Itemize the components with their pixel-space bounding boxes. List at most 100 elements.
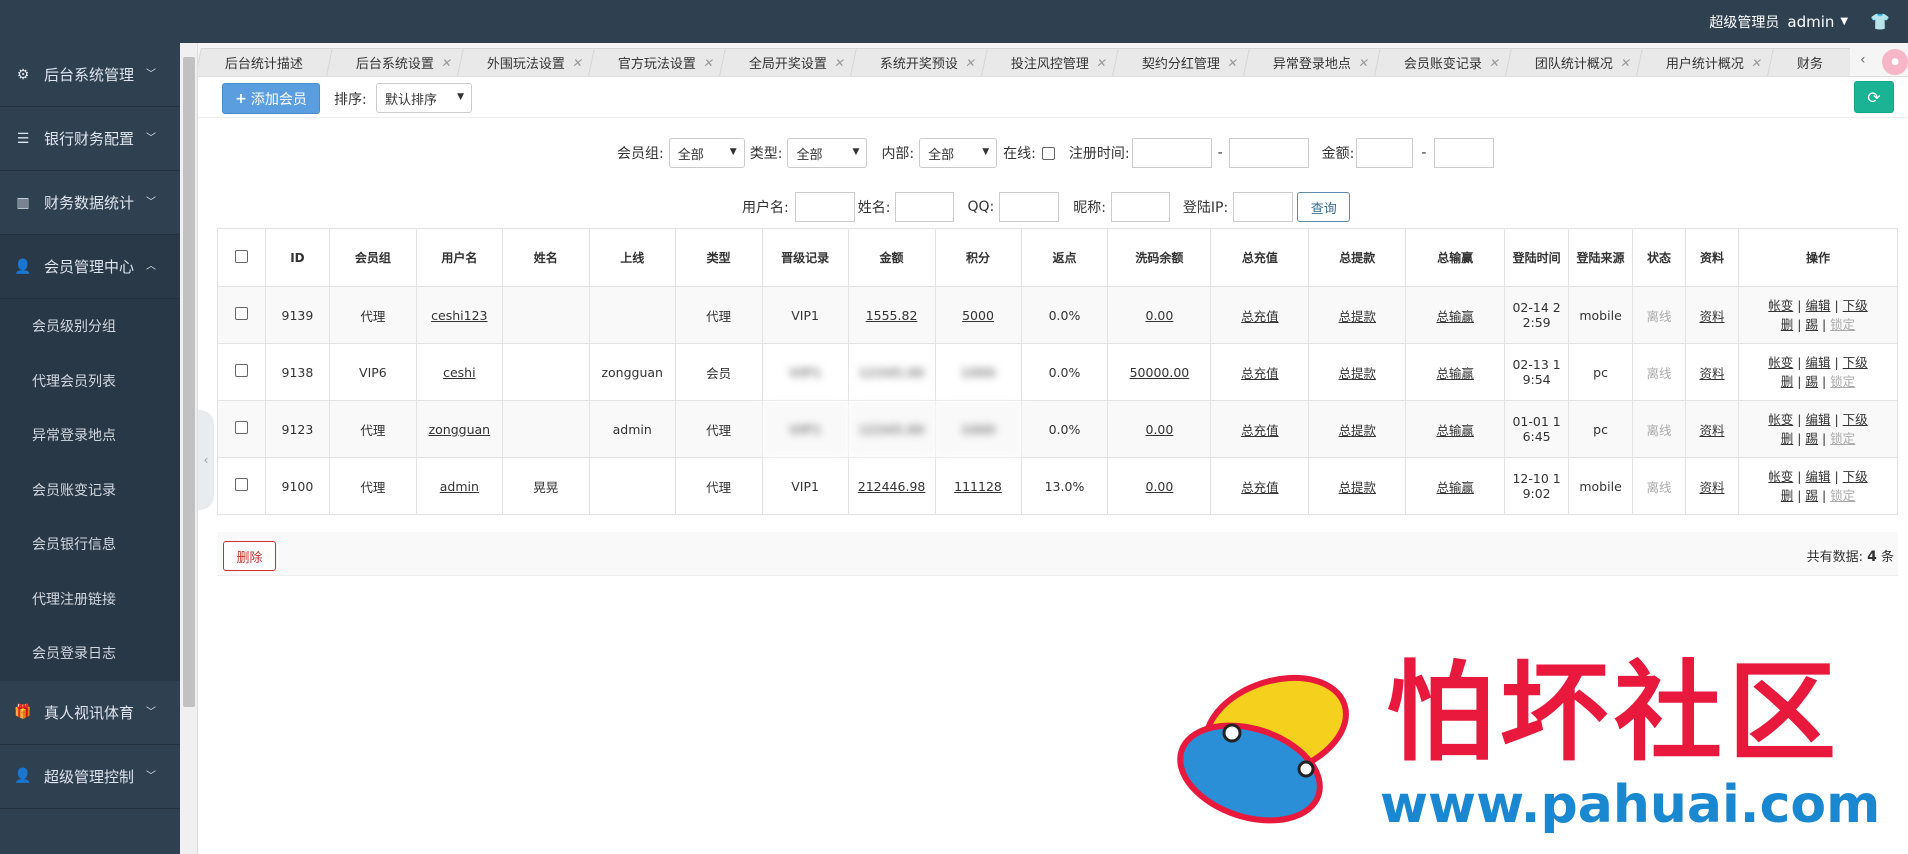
recharge-link[interactable]: 总充值 (1241, 480, 1279, 495)
amount-link[interactable]: 212446.98 (858, 479, 926, 494)
type-select[interactable]: 全部 ▼ (787, 138, 868, 168)
sidebar-subitem-abnormal-login[interactable]: 异常登录地点 (0, 408, 180, 463)
delete-link[interactable]: 删 (1781, 488, 1794, 503)
close-icon[interactable]: ✕ (1619, 56, 1632, 70)
sidebar-subitem-register-link[interactable]: 代理注册链接 (0, 572, 180, 627)
ip-input[interactable] (1233, 192, 1294, 222)
subordinate-link[interactable]: 下级 (1843, 298, 1868, 313)
wash-link[interactable]: 50000.00 (1130, 365, 1190, 380)
tab-item[interactable]: 全局开奖设置 ✕ (719, 48, 857, 76)
sidebar-scrollbar[interactable] (180, 43, 198, 854)
row-checkbox[interactable] (234, 421, 248, 434)
name-input[interactable] (895, 192, 955, 222)
close-icon[interactable]: ✕ (1750, 56, 1763, 70)
kick-link[interactable]: 踢 (1805, 317, 1818, 332)
lock-link[interactable]: 锁定 (1830, 317, 1855, 332)
select-all-checkbox[interactable] (234, 249, 248, 263)
tab-item[interactable]: 用户统计概况 ✕ (1636, 48, 1774, 76)
add-member-button[interactable]: + 添加会员 (222, 83, 320, 114)
recharge-link[interactable]: 总充值 (1241, 309, 1279, 324)
qq-input[interactable] (999, 192, 1060, 222)
close-icon[interactable]: ✕ (1357, 56, 1370, 70)
sidebar-subitem-agent-list[interactable]: 代理会员列表 (0, 354, 180, 409)
scrollbar-thumb[interactable] (183, 57, 195, 707)
regtime-start-input[interactable] (1131, 138, 1212, 168)
column-header[interactable]: 返点 (1020, 228, 1109, 287)
username-link[interactable]: ceshi123 (431, 308, 487, 323)
username-link[interactable]: zongguan (429, 422, 491, 437)
close-icon[interactable]: ✕ (833, 56, 846, 70)
column-header[interactable]: 洗码余额 (1107, 228, 1212, 287)
column-header[interactable]: 金额 (847, 228, 936, 287)
kick-link[interactable]: 踢 (1805, 488, 1818, 503)
withdraw-link[interactable]: 总提款 (1339, 366, 1377, 381)
wash-link[interactable]: 0.00 (1146, 479, 1174, 494)
edit-link[interactable]: 编辑 (1805, 412, 1830, 427)
edit-link[interactable]: 编辑 (1805, 355, 1830, 370)
sidebar-collapse-handle[interactable]: ‹ (198, 410, 214, 510)
recharge-link[interactable]: 总充值 (1241, 423, 1279, 438)
row-checkbox[interactable] (234, 307, 248, 320)
points-link[interactable]: 111128 (954, 479, 1002, 494)
close-icon[interactable]: ✕ (964, 56, 977, 70)
kick-link[interactable]: 踢 (1805, 431, 1818, 446)
tab-item[interactable]: 后台统计描述 (198, 48, 333, 76)
chevron-left-icon[interactable]: ‹ (1860, 52, 1866, 68)
withdraw-link[interactable]: 总提款 (1339, 480, 1377, 495)
tab-item[interactable]: 会员账变记录 ✕ (1374, 48, 1512, 76)
subordinate-link[interactable]: 下级 (1843, 469, 1868, 484)
username-link[interactable]: ceshi (443, 365, 475, 380)
sidebar-item-finance[interactable]: ▥ 财务数据统计 ﹀ (0, 171, 180, 235)
delete-link[interactable]: 删 (1781, 374, 1794, 389)
edit-link[interactable]: 编辑 (1805, 298, 1830, 313)
close-icon[interactable]: ✕ (702, 56, 715, 70)
floating-badge-icon[interactable]: ● (1882, 49, 1908, 75)
regtime-end-input[interactable] (1228, 138, 1309, 168)
amount-min-input[interactable] (1356, 138, 1414, 168)
amount-max-input[interactable] (1434, 138, 1495, 168)
tab-item[interactable]: 异常登录地点 ✕ (1243, 48, 1381, 76)
online-checkbox[interactable] (1041, 146, 1055, 160)
sort-select[interactable]: 默认排序 ▼ (376, 83, 472, 113)
sidebar-subitem-account-change[interactable]: 会员账变记录 (0, 463, 180, 518)
winloss-link[interactable]: 总输赢 (1436, 309, 1474, 324)
sidebar-item-bank[interactable]: ☰ 银行财务配置 ﹀ (0, 107, 180, 171)
winloss-link[interactable]: 总输赢 (1436, 366, 1474, 381)
ledger-link[interactable]: 帐变 (1768, 469, 1793, 484)
sidebar-subitem-login-log[interactable]: 会员登录日志 (0, 626, 180, 681)
subordinate-link[interactable]: 下级 (1843, 412, 1868, 427)
username-input[interactable] (794, 192, 855, 222)
lock-link[interactable]: 锁定 (1830, 374, 1855, 389)
tab-scroll-left[interactable]: ‹ ● (1850, 43, 1908, 77)
group-select[interactable]: 全部 ▼ (668, 138, 745, 168)
sidebar-subitem-level-group[interactable]: 会员级别分组 (0, 299, 180, 354)
info-link[interactable]: 资料 (1699, 309, 1724, 324)
points-link[interactable]: 5000 (962, 308, 994, 323)
recharge-link[interactable]: 总充值 (1241, 366, 1279, 381)
kick-link[interactable]: 踢 (1805, 374, 1818, 389)
username-link[interactable]: admin (440, 479, 479, 494)
tab-item[interactable]: 投注风控管理 ✕ (981, 48, 1119, 76)
ledger-link[interactable]: 帐变 (1768, 355, 1793, 370)
tab-item[interactable]: 系统开奖预设 ✕ (850, 48, 988, 76)
wash-link[interactable]: 0.00 (1146, 308, 1174, 323)
tab-item[interactable]: 后台系统设置 ✕ (326, 48, 464, 76)
close-icon[interactable]: ✕ (440, 56, 453, 70)
refresh-button[interactable]: ⟳ (1854, 81, 1894, 113)
wash-link[interactable]: 0.00 (1146, 422, 1174, 437)
close-icon[interactable]: ✕ (1095, 56, 1108, 70)
lock-link[interactable]: 锁定 (1830, 431, 1855, 446)
amount-link[interactable]: 1555.82 (866, 308, 918, 323)
withdraw-link[interactable]: 总提款 (1339, 423, 1377, 438)
delete-selected-button[interactable]: 删除 (223, 541, 276, 571)
tab-item[interactable]: 契约分红管理 ✕ (1112, 48, 1250, 76)
theme-shirt-icon[interactable]: 👕 (1870, 12, 1890, 31)
close-icon[interactable]: ✕ (571, 56, 584, 70)
info-link[interactable]: 资料 (1699, 480, 1724, 495)
column-header[interactable]: ID (264, 228, 330, 287)
sidebar-subitem-bank-info[interactable]: 会员银行信息 (0, 517, 180, 572)
tab-item[interactable]: 外围玩法设置 ✕ (457, 48, 595, 76)
subordinate-link[interactable]: 下级 (1843, 355, 1868, 370)
column-header[interactable]: 登陆时间 (1504, 228, 1570, 287)
tab-item[interactable]: 官方玩法设置 ✕ (588, 48, 726, 76)
